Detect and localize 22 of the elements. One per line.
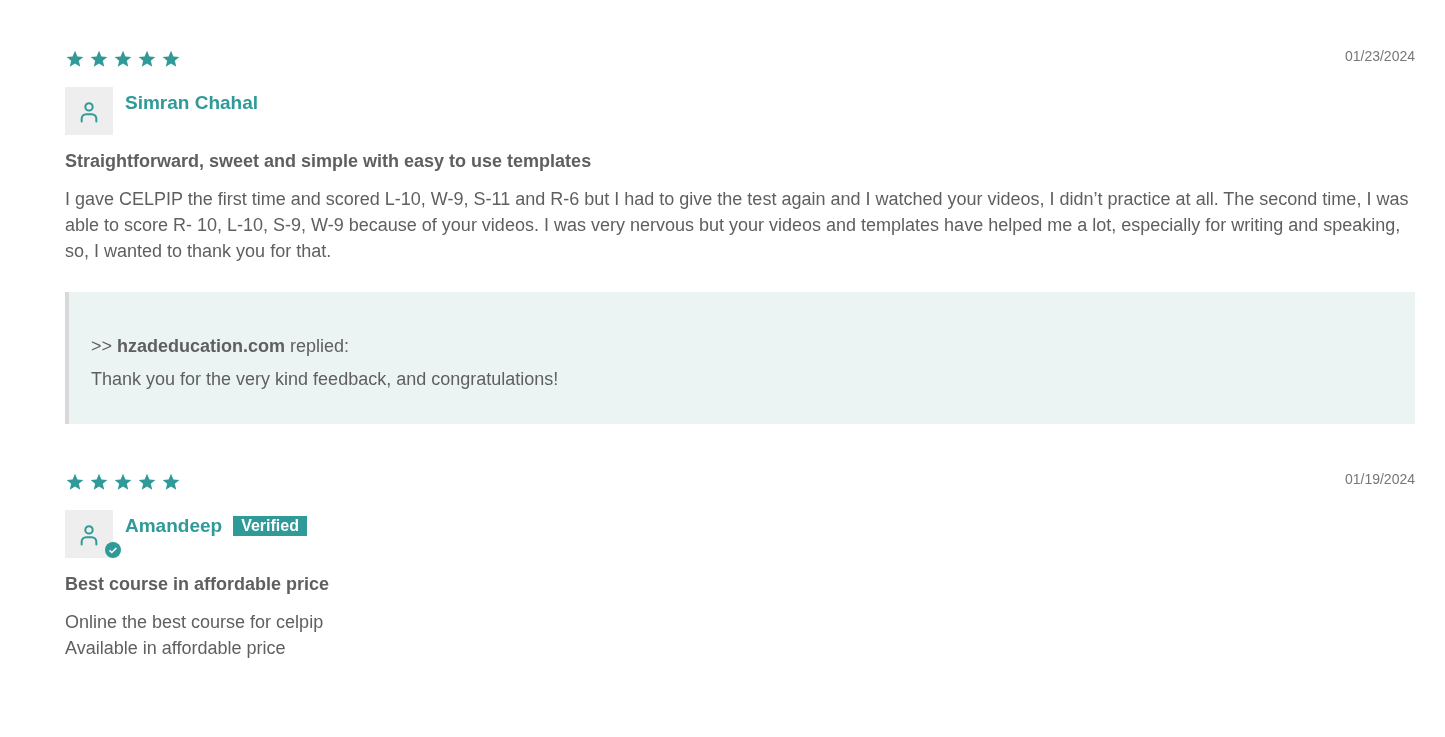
review-text: Online the best course for celpip [65,611,325,634]
star-icon [137,49,157,69]
review-title: Straightforward, sweet and simple with easy to use templates [65,151,593,172]
star-icon [161,472,181,492]
reply-heading: >> hzadeducation.com replied: [91,336,351,357]
author-name: Amandeep [125,515,223,537]
star-icon [65,49,85,69]
review-title: Best course in affordable price [65,574,331,595]
review-text: I gave CELPIP the first time and scored L-10, W-9, S-11 and R-6 but I had to give the test again and I watched your videos, I didn’t practice at all. The second time, I was able to score R- 10, L-10, S-9, W-9 because of your videos. I was very nervous but your videos and templates have helped me a lot, especially for writing and speaking, so, I wanted to thank you for that. [65,188,1410,263]
star-icon [161,49,181,69]
author-name: Simran Chahal [125,92,259,114]
review-date: 01/23/2024 [1344,48,1415,64]
verified-badge: Verified [233,516,307,536]
star-icon [89,472,109,492]
star-icon [113,49,133,69]
reply-text: Thank you for the very kind feedback, and congratulations! [91,369,560,390]
star-icon [65,472,85,492]
star-icon [137,472,157,492]
star-icon [89,49,109,69]
review-date: 01/19/2024 [1344,471,1415,487]
star-icon [113,472,133,492]
review-text: Available in affordable price [65,637,287,660]
